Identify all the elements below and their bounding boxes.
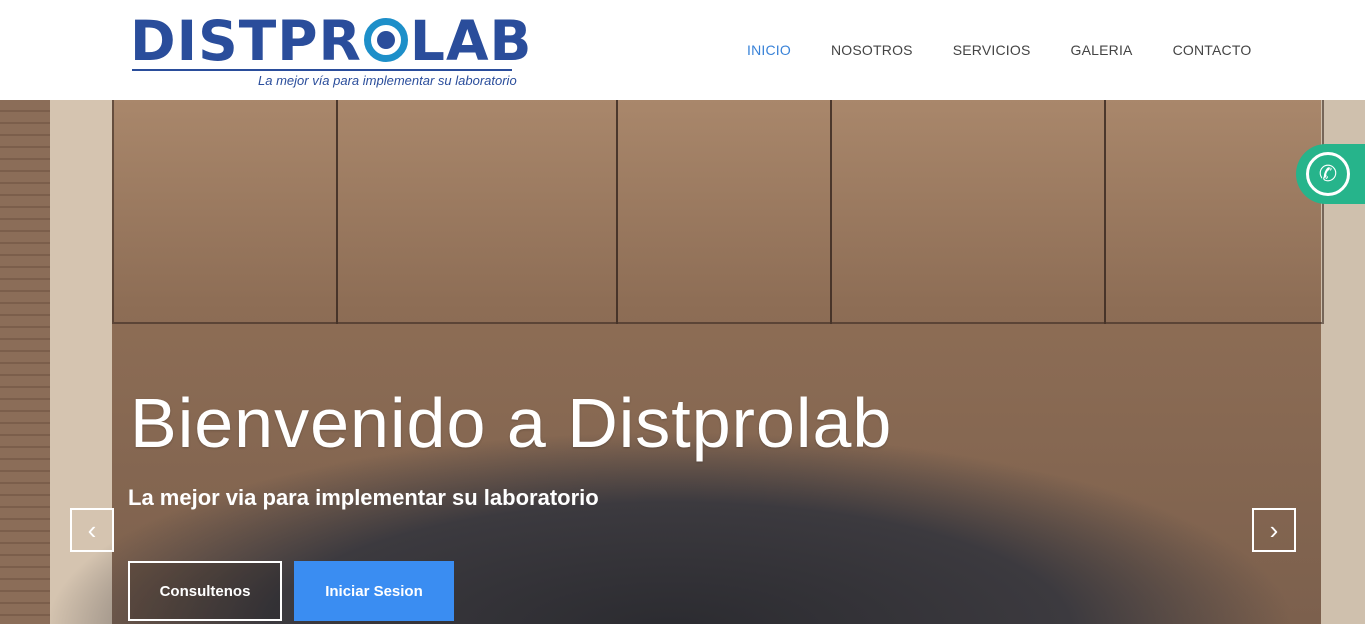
- logo-divider: [132, 69, 512, 71]
- nav-item-servicios[interactable]: SERVICIOS: [933, 38, 1051, 62]
- chevron-left-icon: ‹: [87, 515, 97, 545]
- hero-bg-panel: [616, 100, 832, 324]
- consultenos-button[interactable]: Consultenos: [128, 561, 282, 621]
- whatsapp-icon: ✆: [1306, 152, 1350, 196]
- hero-bg-panel: [830, 100, 1106, 324]
- logo-wordmark: DISTPR LAB: [130, 9, 533, 73]
- hero-subtitle: La mejor via para implementar su laborat…: [128, 485, 599, 510]
- hero-title: Bienvenido a Distprolab: [130, 384, 893, 462]
- site-header: DISTPR LAB La mejor vía para implementar …: [0, 0, 1365, 100]
- hero-bg-panel: [336, 100, 618, 324]
- hero-bg-panel: [112, 100, 338, 324]
- whatsapp-button[interactable]: ✆: [1296, 144, 1365, 204]
- logo[interactable]: DISTPR LAB La mejor vía para implementar …: [130, 8, 531, 94]
- hero-bg-panel: [1104, 100, 1324, 324]
- main-nav: INICIO NOSOTROS SERVICIOS GALERIA CONTAC…: [727, 38, 1271, 62]
- slider-next-button[interactable]: ›: [1252, 508, 1296, 552]
- iniciar-sesion-button[interactable]: Iniciar Sesion: [294, 561, 454, 621]
- logo-compass-icon: [363, 18, 408, 62]
- slider-prev-button[interactable]: ‹: [70, 508, 114, 552]
- logo-tagline: La mejor vía para implementar su laborat…: [258, 73, 517, 88]
- hero-slider: Bienvenido a Distprolab La mejor via par…: [0, 100, 1365, 624]
- nav-item-galeria[interactable]: GALERIA: [1051, 38, 1153, 62]
- nav-item-contacto[interactable]: CONTACTO: [1153, 38, 1272, 62]
- nav-item-nosotros[interactable]: NOSOTROS: [811, 38, 933, 62]
- chevron-right-icon: ›: [1269, 515, 1279, 545]
- nav-item-inicio[interactable]: INICIO: [727, 38, 811, 62]
